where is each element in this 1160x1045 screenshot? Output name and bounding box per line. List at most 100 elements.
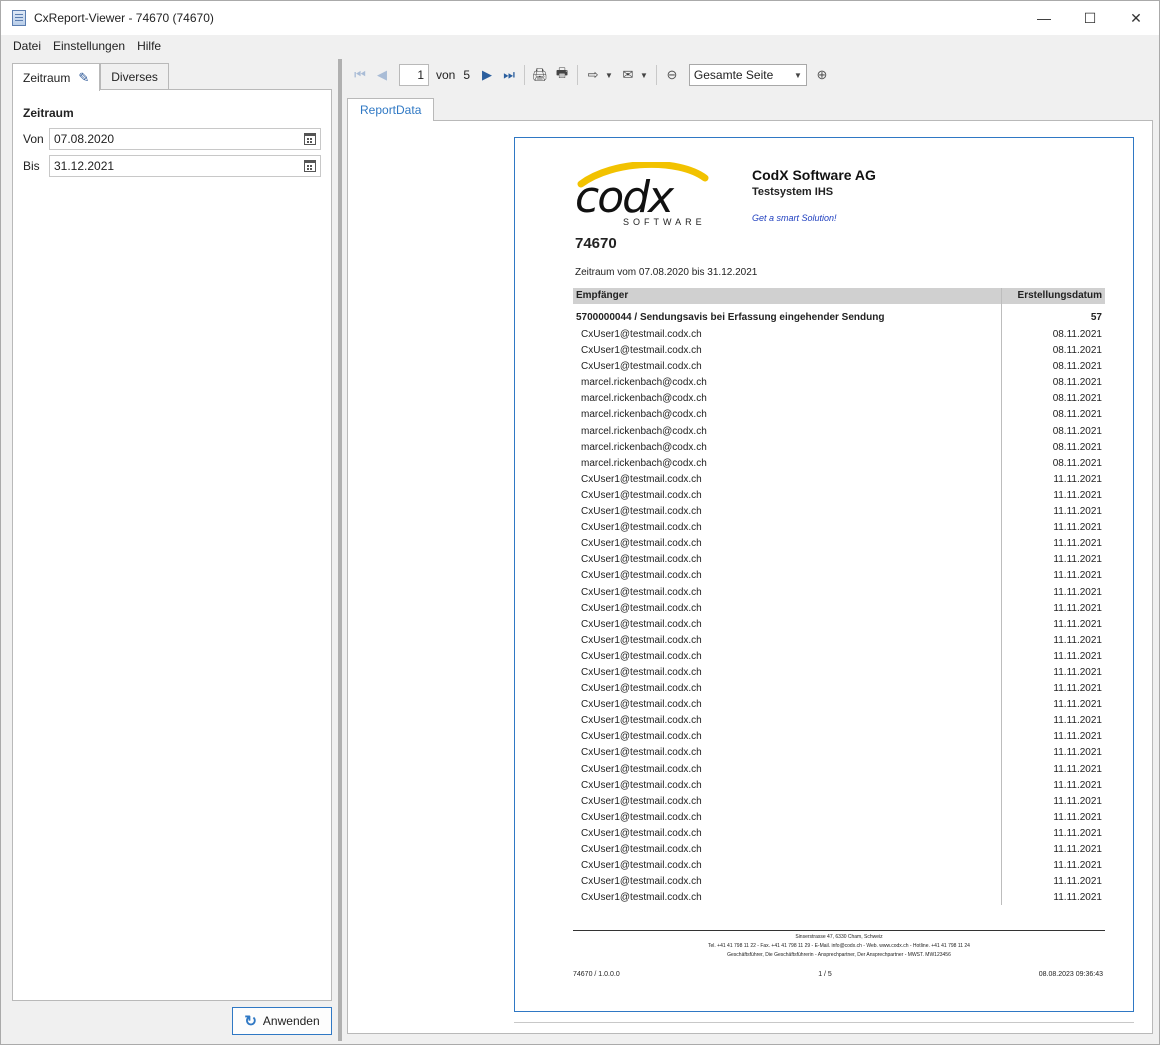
table-row: CxUser1@testmail.codx.ch 08.11.2021: [581, 344, 1102, 360]
table-row: CxUser1@testmail.codx.ch 11.11.2021: [581, 602, 1102, 618]
to-date-value: 31.12.2021: [54, 159, 115, 173]
row-date: 11.11.2021: [1053, 860, 1102, 872]
table-row: marcel.rickenbach@codx.ch 08.11.2021: [581, 457, 1102, 473]
window-controls: — ☐ ✕: [1021, 1, 1159, 35]
pencil-icon: ✎: [78, 69, 90, 85]
to-date-field[interactable]: 31.12.2021: [49, 155, 321, 177]
toolbar-separator: [524, 65, 526, 85]
export-icon[interactable]: ⇨: [582, 64, 604, 86]
row-date: 11.11.2021: [1053, 827, 1102, 839]
report-toolbar: ⏮ ◀ 1 von 5 ▶ ⏭ 🖨 🖶 ⇨ ▼ ✉ ▼ ⊖ Gesamte Se…: [349, 63, 833, 87]
footer-timestamp: 08.08.2023 09:36:43: [1038, 971, 1103, 978]
row-recipient: CxUser1@testmail.codx.ch: [581, 506, 702, 518]
group-row: 5700000044 / Sendungsavis bei Erfassung …: [576, 312, 1102, 323]
table-row: CxUser1@testmail.codx.ch 11.11.2021: [581, 779, 1102, 795]
row-date: 11.11.2021: [1053, 683, 1102, 695]
print-icon[interactable]: 🖨: [529, 64, 551, 86]
row-date: 11.11.2021: [1053, 699, 1102, 711]
table-row: CxUser1@testmail.codx.ch 11.11.2021: [581, 859, 1102, 875]
horizontal-scrollbar[interactable]: [514, 1022, 1134, 1023]
row-recipient: CxUser1@testmail.codx.ch: [581, 827, 702, 839]
row-date: 11.11.2021: [1053, 666, 1102, 678]
chevron-down-icon: ▼: [793, 70, 802, 80]
row-date: 08.11.2021: [1052, 361, 1102, 373]
row-recipient: CxUser1@testmail.codx.ch: [581, 329, 702, 340]
row-recipient: CxUser1@testmail.codx.ch: [581, 715, 702, 727]
print-preview-icon[interactable]: 🖶: [551, 64, 573, 86]
menu-bar: Datei Einstellungen Hilfe: [1, 37, 167, 57]
email-icon[interactable]: ✉: [617, 64, 639, 86]
calendar-icon[interactable]: [304, 133, 316, 145]
maximize-button[interactable]: ☐: [1067, 1, 1113, 35]
table-row: marcel.rickenbach@codx.ch 08.11.2021: [581, 392, 1102, 408]
row-recipient: CxUser1@testmail.codx.ch: [581, 683, 702, 695]
row-date: 11.11.2021: [1053, 779, 1102, 791]
report-page: codx SOFTWARE CodX Software AG Testsyste…: [514, 137, 1134, 1012]
row-date: 08.11.2021: [1052, 393, 1102, 405]
tab-diverses[interactable]: Diverses: [100, 63, 169, 90]
row-recipient: marcel.rickenbach@codx.ch: [581, 393, 707, 405]
row-recipient: CxUser1@testmail.codx.ch: [581, 731, 702, 743]
row-date: 08.11.2021: [1052, 329, 1102, 340]
splitter[interactable]: [338, 59, 342, 1041]
app-icon: [12, 10, 26, 26]
table-row: CxUser1@testmail.codx.ch 11.11.2021: [581, 505, 1102, 521]
close-button[interactable]: ✕: [1113, 1, 1159, 35]
menu-einstellungen[interactable]: Einstellungen: [47, 37, 131, 57]
row-date: 11.11.2021: [1053, 602, 1102, 614]
page-number-input[interactable]: 1: [399, 64, 429, 86]
row-recipient: CxUser1@testmail.codx.ch: [581, 570, 702, 582]
table-row: CxUser1@testmail.codx.ch 11.11.2021: [581, 891, 1102, 907]
tab-zeitraum[interactable]: Zeitraum ✎: [12, 63, 101, 91]
export-dropdown-icon[interactable]: ▼: [605, 71, 613, 80]
zoom-out-icon[interactable]: ⊖: [661, 64, 683, 86]
footer-address-block: Sinserstrasse 47, 6330 Cham, Schweiz Tel…: [573, 933, 1105, 960]
row-recipient: CxUser1@testmail.codx.ch: [581, 795, 702, 807]
table-body: CxUser1@testmail.codx.ch 08.11.2021 CxUser…: [581, 328, 1102, 907]
previous-page-icon[interactable]: ◀: [371, 64, 393, 86]
table-row: CxUser1@testmail.codx.ch 11.11.2021: [581, 553, 1102, 569]
row-date: 11.11.2021: [1053, 634, 1102, 646]
table-row: CxUser1@testmail.codx.ch 11.11.2021: [581, 843, 1102, 859]
table-row: CxUser1@testmail.codx.ch 11.11.2021: [581, 746, 1102, 762]
table-row: CxUser1@testmail.codx.ch 11.11.2021: [581, 489, 1102, 505]
zoom-select[interactable]: Gesamte Seite ▼: [688, 64, 807, 86]
table-header: Empfänger Erstellungsdatum: [573, 288, 1105, 304]
from-date-field[interactable]: 07.08.2020: [49, 128, 321, 150]
email-dropdown-icon[interactable]: ▼: [640, 71, 648, 80]
row-recipient: CxUser1@testmail.codx.ch: [581, 666, 702, 678]
zoom-in-icon[interactable]: ⊕: [811, 64, 833, 86]
row-date: 11.11.2021: [1053, 522, 1102, 534]
last-page-icon[interactable]: ⏭: [498, 64, 520, 86]
row-date: 11.11.2021: [1053, 506, 1102, 518]
filter-panel: Zeitraum Von 07.08.2020 Bis 31.12.2021: [12, 89, 332, 1001]
apply-button[interactable]: ↻ Anwenden: [232, 1007, 332, 1035]
row-recipient: CxUser1@testmail.codx.ch: [581, 586, 702, 598]
row-date: 11.11.2021: [1053, 586, 1102, 598]
apply-label: Anwenden: [262, 1014, 320, 1028]
app-window: CxReport-Viewer - 74670 (74670) — ☐ ✕ Da…: [0, 0, 1160, 1045]
toolbar-separator: [577, 65, 579, 85]
menu-hilfe[interactable]: Hilfe: [131, 37, 167, 57]
zoom-value: Gesamte Seite: [693, 68, 774, 82]
tab-zeitraum-label: Zeitraum: [23, 70, 71, 85]
next-page-icon[interactable]: ▶: [476, 64, 498, 86]
system-name: Testsystem IHS: [752, 186, 834, 198]
table-row: CxUser1@testmail.codx.ch 11.11.2021: [581, 875, 1102, 891]
table-row: marcel.rickenbach@codx.ch 08.11.2021: [581, 441, 1102, 457]
tab-reportdata[interactable]: ReportData: [347, 98, 435, 121]
row-date: 11.11.2021: [1053, 876, 1102, 888]
menu-datei[interactable]: Datei: [7, 37, 47, 57]
row-date: 11.11.2021: [1053, 795, 1102, 807]
calendar-icon[interactable]: [304, 160, 316, 172]
row-recipient: CxUser1@testmail.codx.ch: [581, 473, 702, 485]
table-row: CxUser1@testmail.codx.ch 08.11.2021: [581, 328, 1102, 344]
toolbar-separator: [655, 65, 657, 85]
from-label: Von: [23, 132, 44, 146]
section-title: Zeitraum: [23, 106, 74, 120]
row-date: 11.11.2021: [1053, 811, 1102, 823]
row-recipient: CxUser1@testmail.codx.ch: [581, 554, 702, 566]
refresh-icon: ↻: [244, 1013, 257, 1030]
minimize-button[interactable]: —: [1021, 1, 1067, 35]
first-page-icon[interactable]: ⏮: [349, 64, 371, 86]
